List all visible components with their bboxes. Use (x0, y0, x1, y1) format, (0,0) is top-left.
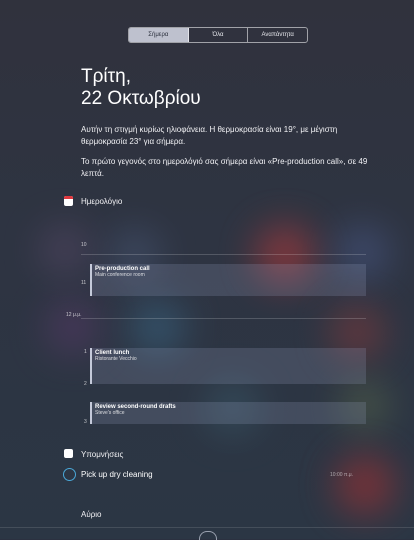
calendar-icon (64, 196, 73, 206)
view-segmented-control: Σήμερα Όλα Αναπάντητα (128, 27, 308, 43)
tab-missed[interactable]: Αναπάντητα (248, 28, 307, 42)
tomorrow-section-title: Αύριο (81, 510, 102, 519)
hour-label: 3 (84, 419, 87, 425)
hour-line (81, 318, 366, 319)
event-title: Client lunch (95, 350, 130, 356)
tab-all[interactable]: Όλα (189, 28, 249, 42)
calendar-section-title[interactable]: Ημερολόγιο (81, 197, 122, 206)
event-title: Pre-production call (95, 266, 150, 272)
hour-label: 2 (84, 381, 87, 387)
event-location: Main conference room (95, 272, 145, 278)
reminder-text[interactable]: Pick up dry cleaning (81, 470, 153, 479)
date-weekday: Τρίτη, (81, 66, 131, 87)
event-title: Review second-round drafts (95, 404, 176, 410)
notification-center: Σήμερα Όλα Αναπάντητα Τρίτη, 22 Οκτωβρίο… (0, 0, 414, 540)
calendar-summary: Το πρώτο γεγονός στο ημερολόγιό σας σήμε… (81, 157, 368, 178)
calendar-event[interactable]: Pre-production call Main conference room (90, 264, 366, 296)
reminders-icon (64, 449, 73, 458)
reminder-checkbox[interactable] (63, 468, 76, 481)
bottom-divider (0, 527, 414, 528)
calendar-event[interactable]: Client lunch Ristorante Vecchio (90, 348, 366, 384)
date-day-month: 22 Οκτωβρίου (81, 88, 201, 109)
calendar-event[interactable]: Review second-round drafts Steve's offic… (90, 402, 366, 424)
hour-label: 12 μ.μ. (66, 312, 82, 318)
event-location: Steve's office (95, 410, 125, 416)
hour-label: 1 (84, 349, 87, 355)
event-location: Ristorante Vecchio (95, 356, 137, 362)
hour-label: 11 (81, 280, 87, 286)
reminders-section-title[interactable]: Υπομνήσεις (81, 450, 123, 459)
hour-line (81, 254, 366, 255)
tab-today[interactable]: Σήμερα (129, 28, 189, 42)
hour-label: 10 (81, 242, 87, 248)
weather-summary: Αυτήν τη στιγμή κυρίως ηλιοφάνεια. Η θερ… (81, 125, 338, 146)
reminder-time: 10:00 π.μ. (330, 472, 354, 478)
